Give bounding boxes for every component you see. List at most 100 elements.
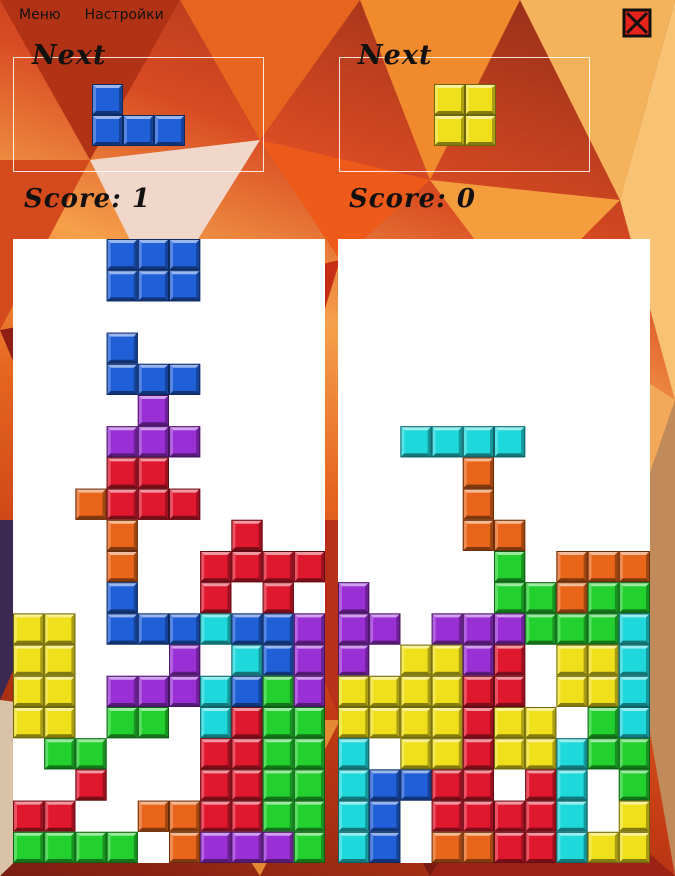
tetromino-block (465, 115, 496, 146)
tetromino-block (556, 582, 588, 614)
next-label: Next (32, 40, 107, 71)
tetromino-block (169, 426, 201, 458)
tetromino-block (106, 519, 138, 551)
tetromino-block (369, 707, 401, 739)
tetromino-block (431, 675, 463, 707)
tetromino-block (137, 395, 170, 427)
tetromino-block (587, 613, 619, 645)
tetromino-block (137, 239, 170, 271)
tetromino-block (13, 644, 45, 676)
tetromino-block (106, 582, 138, 614)
board-cells (338, 426, 650, 863)
tetromino-block (262, 769, 294, 801)
next-piece-preview (434, 84, 496, 146)
tetromino-block (338, 707, 370, 739)
tetromino-block (200, 831, 232, 863)
tetromino-block (293, 707, 325, 739)
tetromino-block (462, 707, 495, 739)
tetromino-block (137, 363, 170, 396)
tetromino-block (556, 800, 588, 832)
tetromino-block (262, 613, 294, 645)
tetromino-block (44, 831, 76, 863)
tetromino-block (262, 551, 294, 583)
tetromino-block (106, 675, 138, 707)
tetromino-block (494, 551, 526, 583)
tetromino-block (200, 675, 232, 707)
tetromino-block (465, 84, 496, 115)
tetromino-block (293, 769, 325, 801)
tetromino-block (494, 831, 526, 863)
tetromino-block (13, 831, 45, 863)
tetromino-block (262, 800, 294, 832)
tetromino-block (400, 707, 432, 739)
menu-item-menu[interactable]: Меню (0, 0, 73, 30)
tetromino-block (434, 115, 465, 146)
tetromino-block (462, 488, 495, 520)
close-button[interactable] (622, 8, 652, 38)
tetromino-block (13, 800, 45, 832)
tetromino-block (494, 644, 526, 676)
tetromino-block (169, 831, 201, 863)
tetromino-block (556, 551, 588, 583)
tetromino-block (494, 519, 526, 551)
tetromino-block (75, 488, 107, 520)
score-label-player2: Score: 0 (349, 184, 476, 214)
tetromino-block (169, 613, 201, 645)
tetromino-block (231, 707, 263, 739)
tetromino-block (169, 675, 201, 707)
tetromino-block (434, 84, 465, 115)
tetromino-block (293, 800, 325, 832)
tetromino-block (262, 644, 294, 676)
tetromino-block (462, 738, 495, 770)
tetromino-block (169, 239, 201, 271)
tetromino-block (200, 613, 232, 645)
tetromino-block (75, 831, 107, 863)
tetromino-block (137, 675, 170, 707)
tetromino-block (494, 426, 526, 458)
tetromino-block (44, 613, 76, 645)
tetromino-block (338, 613, 370, 645)
tetromino-block (137, 457, 170, 489)
tetromino-block (169, 270, 201, 302)
tetromino-block (231, 519, 263, 551)
tetromino-block (587, 738, 619, 770)
tetromino-block (169, 488, 201, 520)
tetromino-block (494, 800, 526, 832)
tetromino-block (44, 800, 76, 832)
tetromino-block (200, 738, 232, 770)
tetromino-block (293, 613, 325, 645)
tetromino-block (369, 831, 401, 863)
tetromino-block (106, 239, 138, 271)
tetromino-block (262, 738, 294, 770)
tetromino-block (137, 270, 170, 302)
tetromino-block (618, 551, 650, 583)
tetromino-block (369, 800, 401, 832)
tetromino-block (618, 675, 650, 707)
tetromino-block (400, 426, 432, 458)
tetromino-block (92, 115, 123, 146)
tetromino-block (494, 738, 526, 770)
tetromino-block (525, 738, 557, 770)
tetromino-block (200, 551, 232, 583)
tetromino-block (338, 675, 370, 707)
next-box-player2: Next (339, 40, 590, 172)
tetromino-block (338, 582, 370, 614)
tetromino-block (13, 675, 45, 707)
tetromino-block (400, 738, 432, 770)
tetromino-block (494, 613, 526, 645)
tetromino-block (618, 769, 650, 801)
tetromino-block (231, 769, 263, 801)
menu-item-settings[interactable]: Настройки (73, 0, 176, 30)
tetromino-block (200, 800, 232, 832)
tetromino-block (44, 738, 76, 770)
tetromino-block (431, 613, 463, 645)
tetromino-block (231, 831, 263, 863)
next-box-player1: Next (13, 40, 264, 172)
tetromino-block (556, 738, 588, 770)
tetromino-block (262, 707, 294, 739)
tetromino-block (369, 675, 401, 707)
tetromino-block (525, 769, 557, 801)
tetromino-block (262, 675, 294, 707)
board-cells (13, 239, 325, 863)
tetromino-block (231, 613, 263, 645)
